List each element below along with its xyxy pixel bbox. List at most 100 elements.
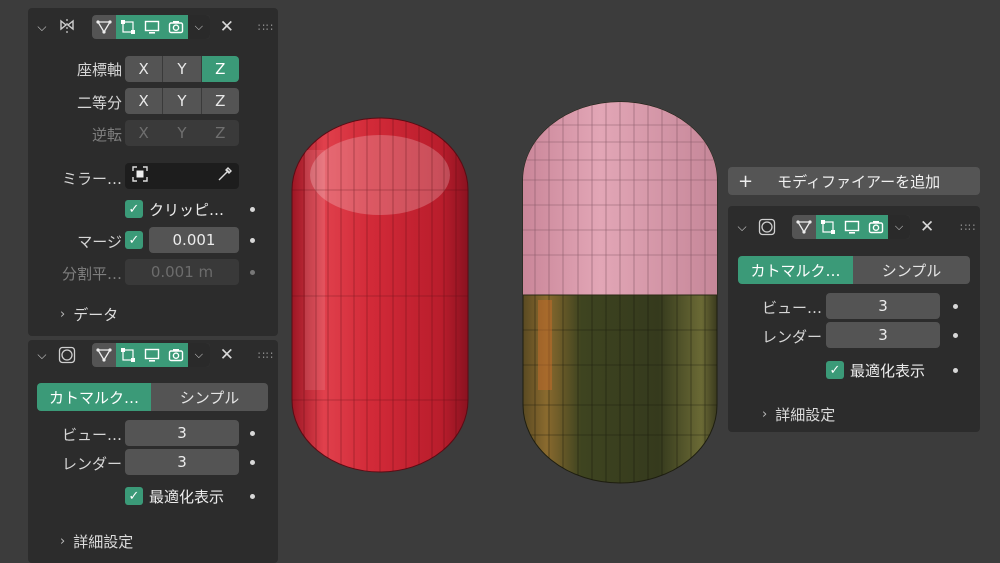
chevron-down-icon[interactable]: ⌵ bbox=[734, 219, 750, 235]
data-subpanel[interactable]: › データ bbox=[60, 304, 118, 325]
camera-render-icon[interactable] bbox=[864, 215, 888, 239]
bisect-label: 二等分 bbox=[76, 94, 122, 112]
merge-label: マージ bbox=[77, 233, 122, 251]
checkbox-checked-icon: ✓ bbox=[128, 488, 140, 504]
chevron-down-icon[interactable]: ⌵ bbox=[34, 19, 50, 35]
close-icon[interactable]: ✕ bbox=[220, 345, 234, 365]
advanced-subpanel[interactable]: › 詳細設定 bbox=[60, 531, 133, 552]
camera-render-icon[interactable] bbox=[163, 15, 188, 39]
bisect-distance-keyframe-dot[interactable] bbox=[250, 270, 255, 275]
mirror-modifier-icon bbox=[56, 16, 78, 38]
cage-icon[interactable] bbox=[115, 343, 140, 367]
bisect-distance-field[interactable]: 0.001 m bbox=[125, 259, 239, 285]
optimal-display-checkbox[interactable]: ✓ bbox=[125, 487, 143, 505]
checkbox-checked-icon: ✓ bbox=[128, 201, 140, 217]
clipping-checkbox[interactable]: ✓ bbox=[125, 200, 143, 218]
close-icon[interactable]: ✕ bbox=[920, 217, 934, 237]
merge-keyframe-dot[interactable] bbox=[250, 238, 255, 243]
mirror-object-label: ミラー… bbox=[61, 170, 122, 188]
edit-mode-icon[interactable] bbox=[92, 343, 116, 367]
chevron-right-icon: › bbox=[60, 534, 66, 549]
dropdown-icon[interactable]: ⌵ bbox=[187, 15, 210, 39]
axis-x[interactable]: X bbox=[125, 56, 164, 82]
right-advanced-subpanel[interactable]: › 詳細設定 bbox=[762, 404, 835, 425]
cage-icon[interactable] bbox=[115, 15, 140, 39]
edit-mode-icon[interactable] bbox=[92, 15, 116, 39]
bisect-y[interactable]: Y bbox=[163, 88, 202, 114]
bisect-z[interactable]: Z bbox=[201, 88, 239, 114]
right-optimal-keyframe-dot[interactable] bbox=[953, 368, 958, 373]
right-viewport-field[interactable]: 3 bbox=[826, 293, 940, 319]
viewport-levels-label: ビュー… bbox=[61, 426, 122, 444]
right-viewport-label: ビュー… bbox=[761, 299, 822, 317]
drag-grip-icon[interactable]: ∷∷ bbox=[258, 349, 274, 362]
axis-toggle: X Y Z bbox=[125, 56, 239, 82]
tab-catmull-clark[interactable]: カトマルク… bbox=[37, 383, 151, 411]
plus-icon: + bbox=[738, 170, 754, 192]
chevron-down-icon[interactable]: ⌵ bbox=[34, 347, 50, 363]
render-levels-field[interactable]: 3 bbox=[125, 449, 239, 475]
drag-grip-icon[interactable]: ∷∷ bbox=[960, 221, 976, 234]
right-subdivision-header: ⌵ ⌵ ✕ ∷∷ bbox=[734, 212, 978, 242]
right-viewport-keyframe-dot[interactable] bbox=[953, 304, 958, 309]
checkbox-checked-icon: ✓ bbox=[128, 232, 140, 248]
subdivision-modifier-header: ⌵ ⌵ ✕ ∷∷ bbox=[34, 340, 274, 370]
cage-icon[interactable] bbox=[816, 215, 840, 239]
mirror-modifier-header: ⌵ ⌵ ✕ ∷∷ bbox=[34, 12, 274, 42]
right-display-toggles: ⌵ bbox=[792, 215, 910, 239]
advanced-label: 詳細設定 bbox=[73, 533, 134, 551]
tab-catmull-clark[interactable]: カトマルク… bbox=[738, 256, 853, 284]
bisect-toggle: X Y Z bbox=[125, 88, 239, 114]
subdivision-type-tabs: カトマルク… シンプル bbox=[37, 383, 268, 411]
subdivision-modifier-panel: ⌵ ⌵ ✕ ∷∷ カトマルク… シンプル ビュー… 3 レンダー 3 ✓ 最適化… bbox=[28, 340, 278, 563]
flip-z[interactable]: Z bbox=[201, 120, 239, 146]
axis-y[interactable]: Y bbox=[163, 56, 202, 82]
flip-y[interactable]: Y bbox=[163, 120, 202, 146]
display-viewport-icon[interactable] bbox=[139, 343, 164, 367]
add-modifier-button[interactable]: + モディファイアーを追加 bbox=[728, 167, 980, 195]
right-subdivision-type-tabs: カトマルク… シンプル bbox=[738, 256, 970, 284]
optimal-keyframe-dot[interactable] bbox=[250, 494, 255, 499]
mirror-object-field[interactable] bbox=[125, 163, 239, 189]
drag-grip-icon[interactable]: ∷∷ bbox=[258, 21, 274, 34]
right-subdivision-panel: ⌵ ⌵ ✕ ∷∷ カトマルク… シンプル ビュー… 3 レンダー 3 ✓ 最適化… bbox=[728, 206, 980, 432]
camera-render-icon[interactable] bbox=[163, 343, 188, 367]
mirror-modifier-panel: ⌵ ⌵ ✕ ∷∷ 座標軸 X Y Z 二等分 X Y Z 逆転 X Y Z ミラ… bbox=[28, 8, 278, 336]
axis-z[interactable]: Z bbox=[201, 56, 239, 82]
merge-checkbox[interactable]: ✓ bbox=[125, 231, 143, 249]
render-keyframe-dot[interactable] bbox=[250, 460, 255, 465]
right-optimal-label: 最適化表示 bbox=[850, 362, 926, 380]
right-render-label: レンダー bbox=[761, 328, 822, 346]
chevron-right-icon: › bbox=[762, 407, 768, 422]
close-icon[interactable]: ✕ bbox=[220, 17, 234, 37]
viewport-keyframe-dot[interactable] bbox=[250, 431, 255, 436]
merge-value-field[interactable]: 0.001 bbox=[149, 227, 239, 253]
display-viewport-icon[interactable] bbox=[139, 15, 164, 39]
eyedropper-icon[interactable] bbox=[217, 166, 233, 186]
right-optimal-checkbox[interactable]: ✓ bbox=[826, 361, 844, 379]
flip-toggle: X Y Z bbox=[125, 120, 239, 146]
clipping-keyframe-dot[interactable] bbox=[250, 207, 255, 212]
viewport-levels-field[interactable]: 3 bbox=[125, 420, 239, 446]
glass-capsule bbox=[522, 101, 718, 484]
right-render-keyframe-dot[interactable] bbox=[953, 333, 958, 338]
flip-label: 逆転 bbox=[91, 126, 122, 144]
right-render-field[interactable]: 3 bbox=[826, 322, 940, 348]
display-viewport-icon[interactable] bbox=[840, 215, 864, 239]
tab-simple[interactable]: シンプル bbox=[151, 383, 268, 411]
object-icon bbox=[131, 165, 149, 187]
dropdown-icon[interactable]: ⌵ bbox=[888, 215, 910, 239]
chevron-right-icon: › bbox=[60, 307, 66, 322]
subdivision-modifier-icon bbox=[56, 344, 78, 366]
tab-simple[interactable]: シンプル bbox=[853, 256, 970, 284]
edit-mode-icon[interactable] bbox=[792, 215, 816, 239]
clipping-label: クリッピ… bbox=[149, 201, 225, 219]
right-advanced-label: 詳細設定 bbox=[775, 406, 836, 424]
render-levels-label: レンダー bbox=[61, 455, 122, 473]
flip-x[interactable]: X bbox=[125, 120, 164, 146]
subdivision-modifier-icon bbox=[756, 216, 778, 238]
dropdown-icon[interactable]: ⌵ bbox=[187, 343, 210, 367]
axis-label: 座標軸 bbox=[76, 61, 122, 79]
bisect-x[interactable]: X bbox=[125, 88, 164, 114]
optimal-display-label: 最適化表示 bbox=[149, 488, 225, 506]
